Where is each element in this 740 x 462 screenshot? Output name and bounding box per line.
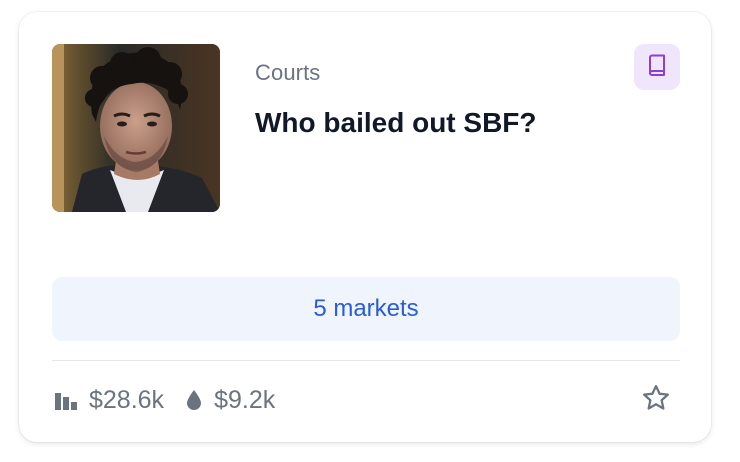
- star-outline-icon: [641, 383, 671, 418]
- markets-label: 5 markets: [313, 295, 419, 322]
- book-button[interactable]: [634, 44, 680, 90]
- liquidity-value: $9.2k: [214, 385, 276, 414]
- volume-stat: $28.6k: [55, 386, 164, 415]
- stats-row: $28.6k $9.2k: [55, 384, 275, 416]
- droplet-icon: [186, 389, 202, 411]
- volume-value: $28.6k: [89, 385, 165, 414]
- divider: [52, 360, 680, 361]
- market-title[interactable]: Who bailed out SBF?: [255, 107, 537, 139]
- book-icon: [645, 53, 669, 82]
- market-thumbnail: [52, 44, 220, 212]
- market-card[interactable]: Courts Who bailed out SBF? 5 markets $28…: [19, 12, 711, 442]
- markets-button[interactable]: 5 markets: [52, 277, 680, 341]
- favorite-button[interactable]: [638, 382, 674, 418]
- bar-chart-icon: [55, 390, 77, 410]
- category-label: Courts: [255, 60, 321, 85]
- liquidity-stat: $9.2k: [186, 386, 275, 415]
